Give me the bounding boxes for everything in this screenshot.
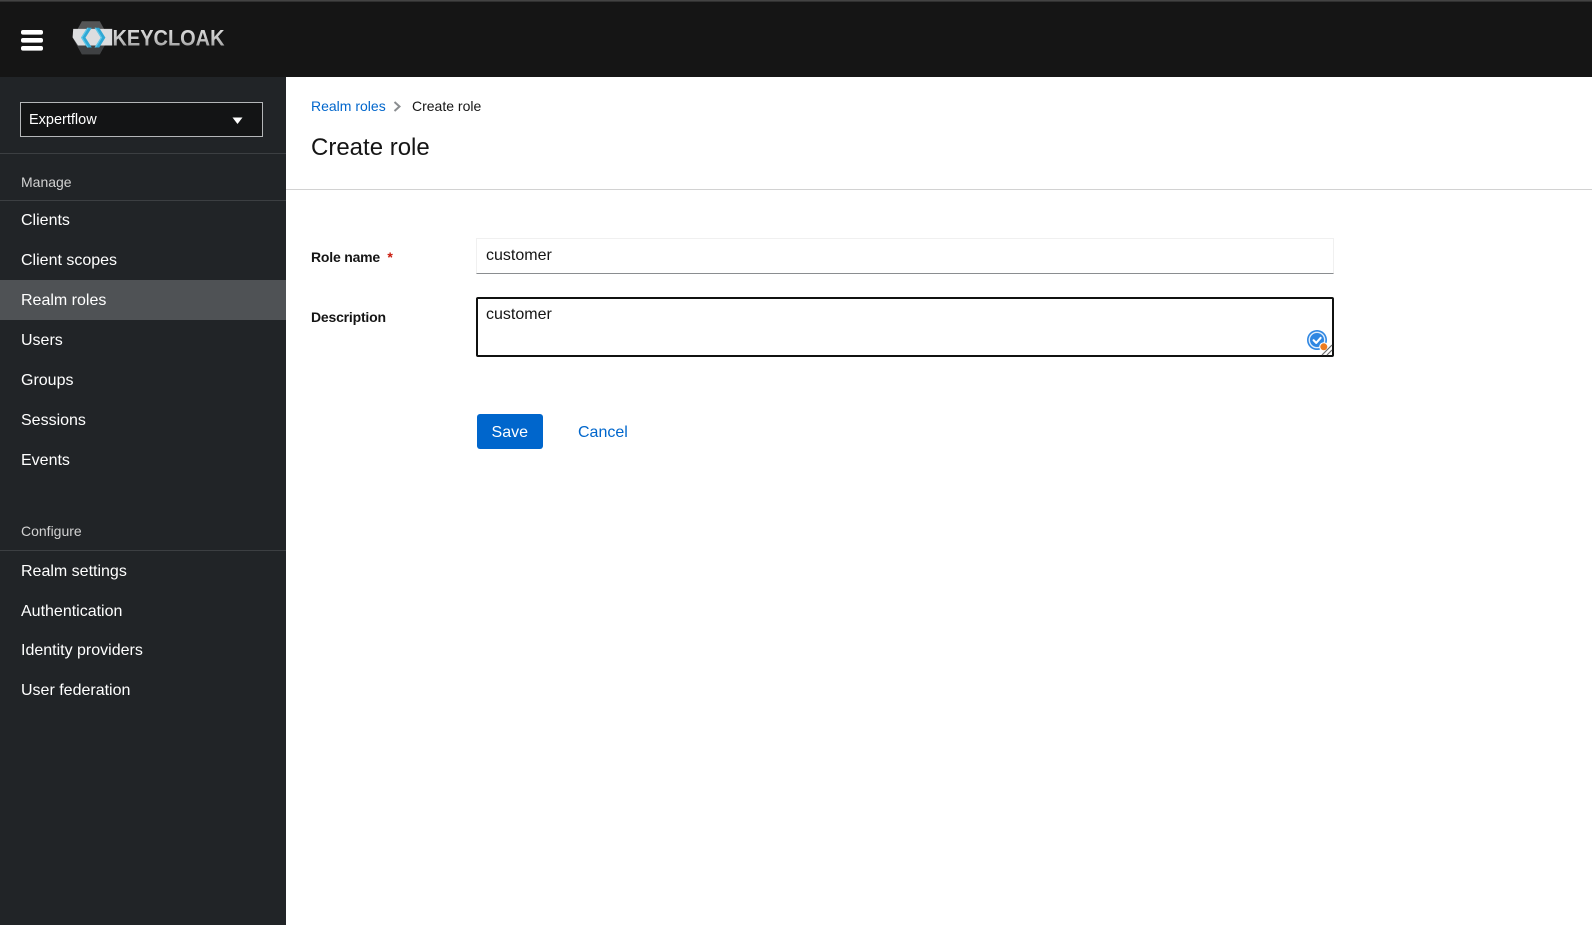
svg-text:KEYCLOAK: KEYCLOAK <box>113 25 226 50</box>
